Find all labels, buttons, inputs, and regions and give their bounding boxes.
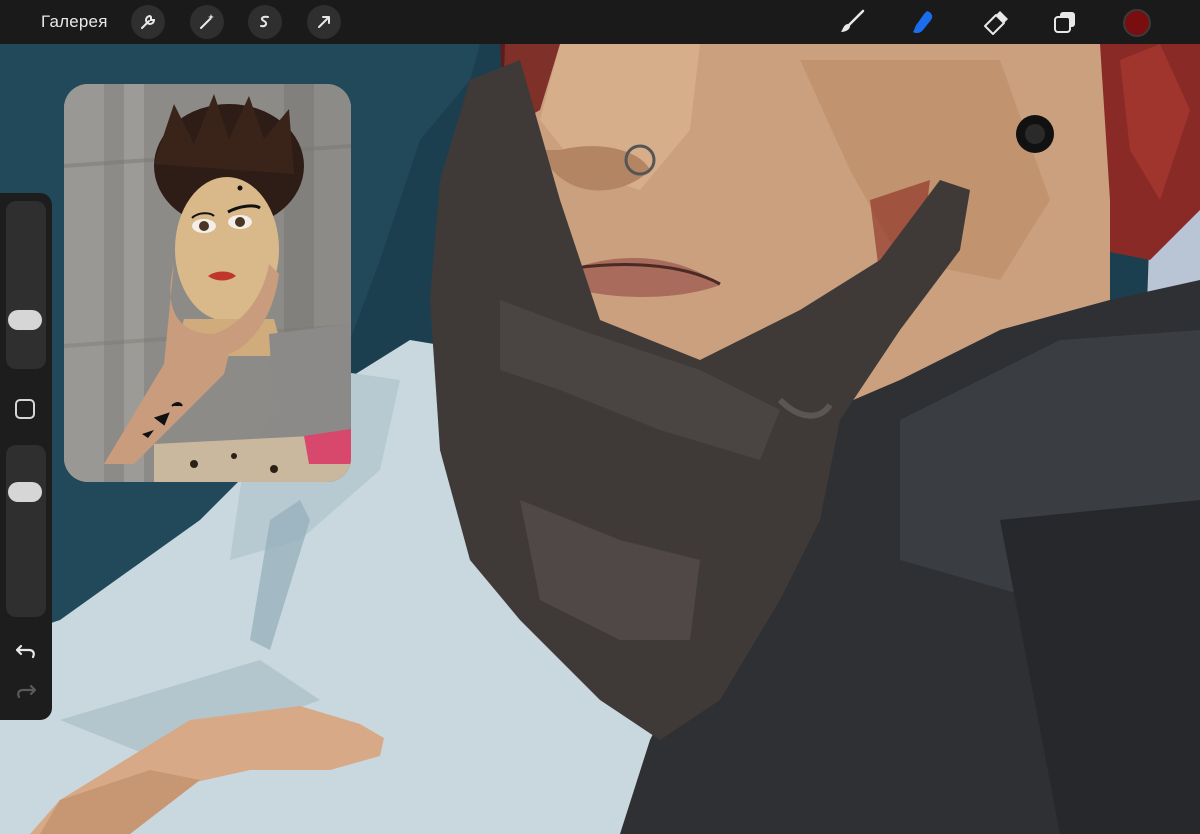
brush-size-thumb[interactable] <box>8 310 42 330</box>
brush-icon[interactable] <box>836 6 868 38</box>
reference-image-window[interactable] <box>64 84 351 482</box>
magic-wand-icon[interactable] <box>190 5 224 39</box>
brush-size-slider[interactable] <box>6 201 46 369</box>
eraser-icon[interactable] <box>979 6 1011 38</box>
wrench-icon[interactable] <box>131 5 165 39</box>
left-sidebar <box>0 193 52 720</box>
color-picker-swatch[interactable] <box>1123 9 1151 37</box>
smudge-icon[interactable] <box>907 6 939 38</box>
modify-button[interactable] <box>15 399 35 419</box>
move-arrow-icon[interactable] <box>307 5 341 39</box>
undo-icon[interactable] <box>11 640 41 664</box>
selection-icon[interactable] <box>248 5 282 39</box>
opacity-thumb[interactable] <box>8 482 42 503</box>
gallery-button[interactable]: Галерея <box>41 12 108 32</box>
reference-photo <box>64 84 351 482</box>
top-toolbar: Галерея <box>0 0 1200 44</box>
redo-icon[interactable] <box>11 680 41 704</box>
layers-icon[interactable] <box>1049 6 1081 38</box>
opacity-slider[interactable] <box>6 445 46 617</box>
